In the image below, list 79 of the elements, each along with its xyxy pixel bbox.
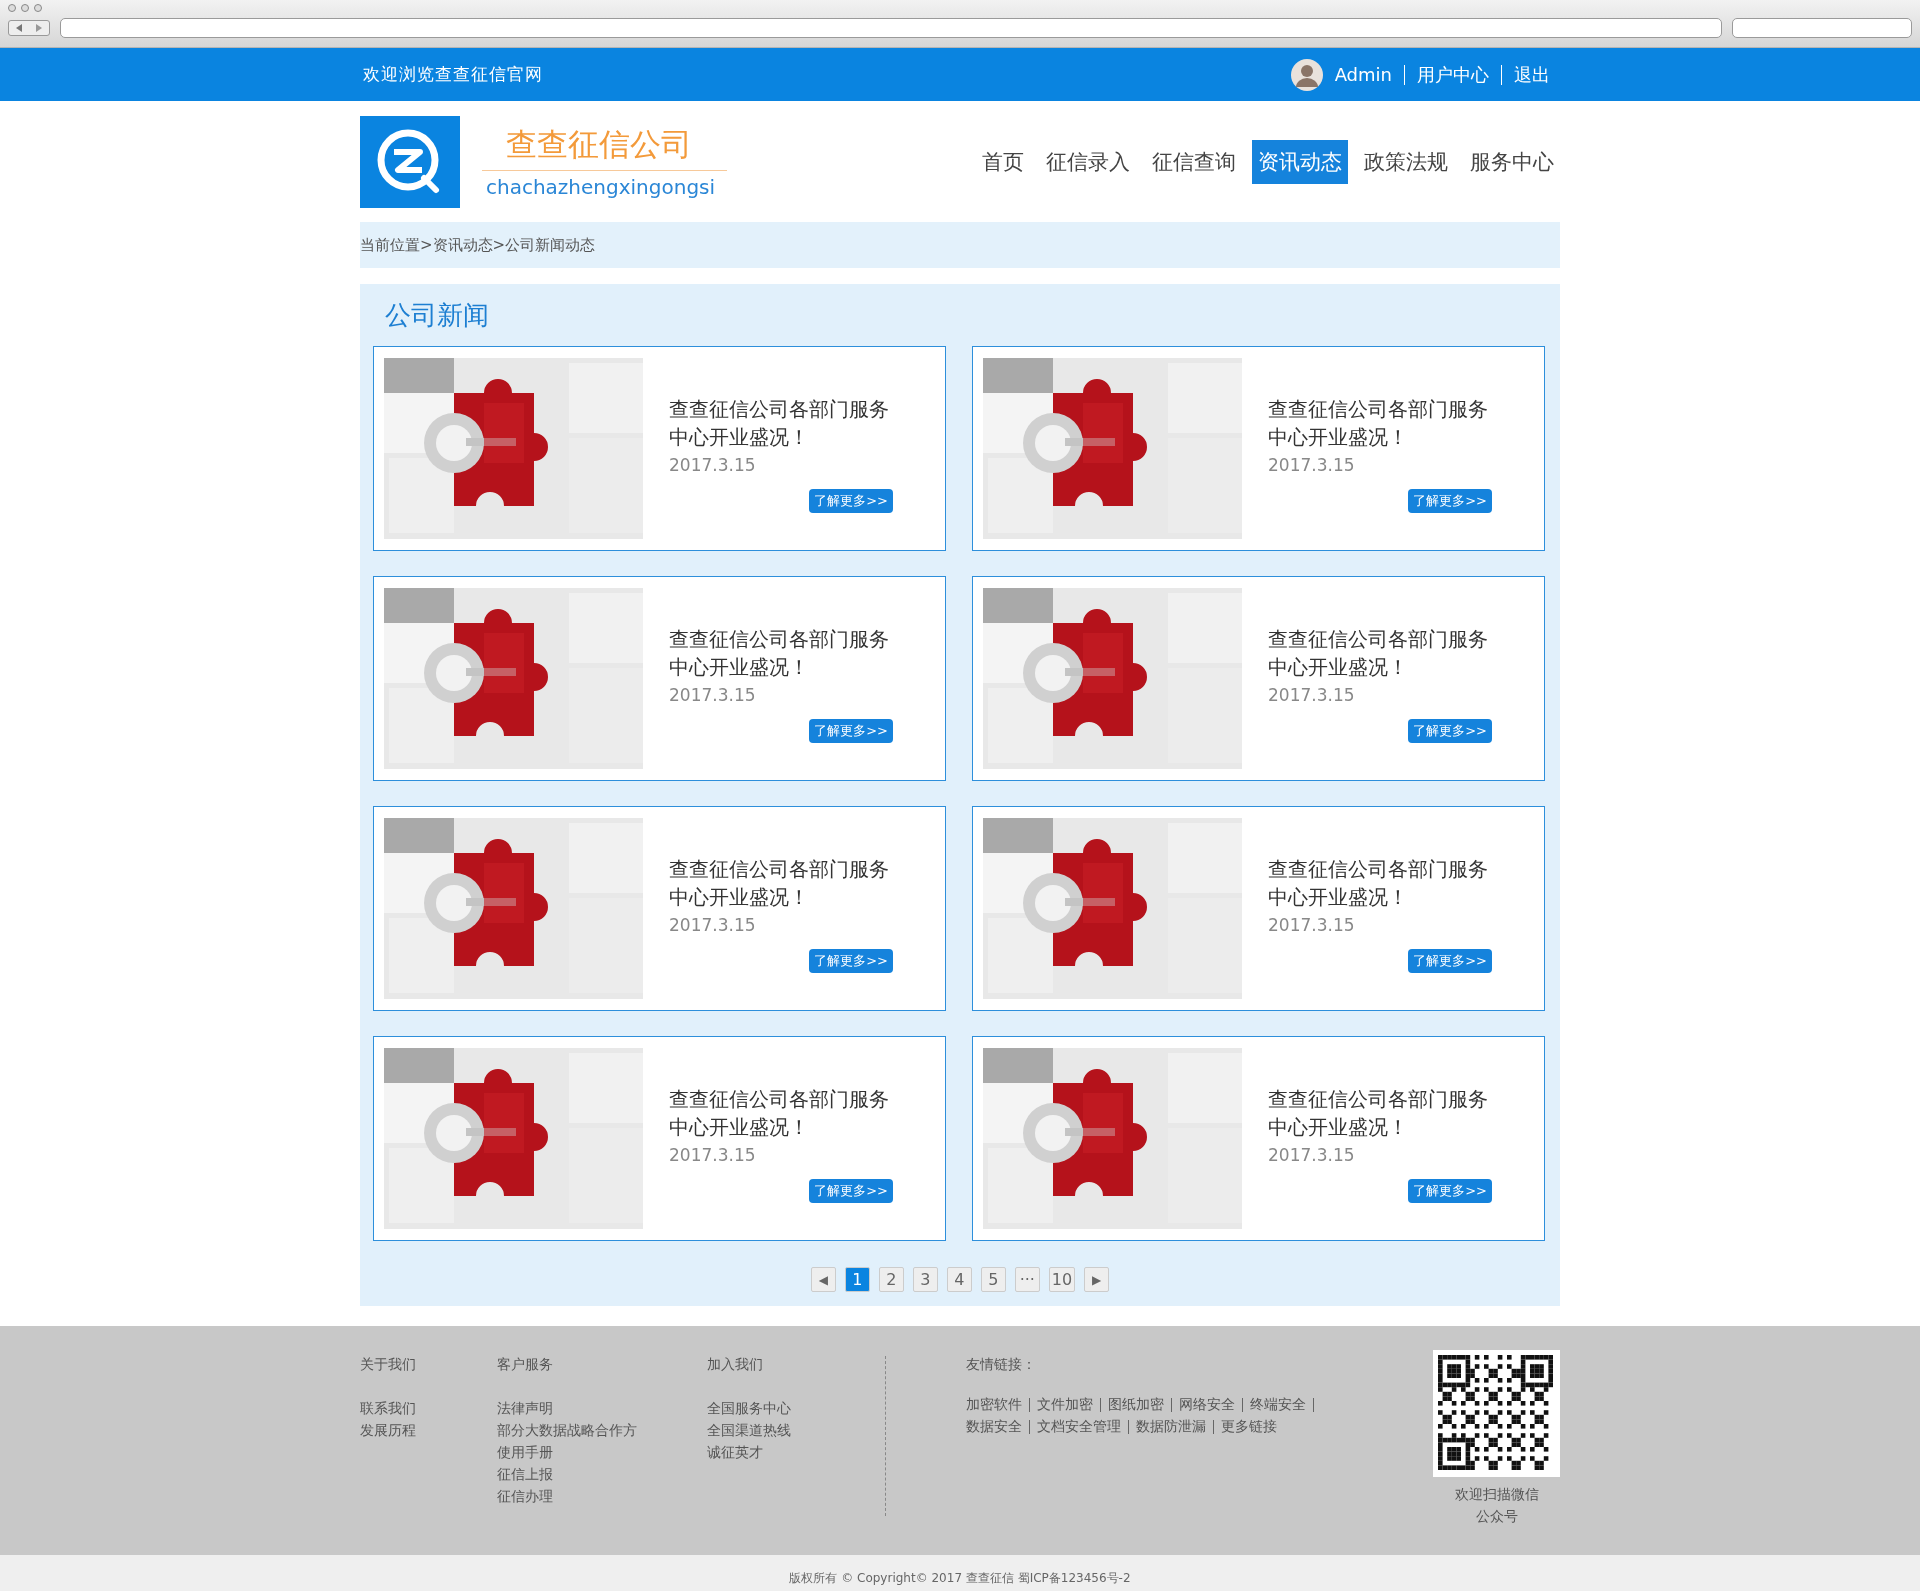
- top-link[interactable]: 用户中心: [1417, 62, 1489, 87]
- footer-link[interactable]: 使用手册: [497, 1444, 707, 1462]
- footer-link[interactable]: 征信上报: [497, 1466, 707, 1484]
- nav-item[interactable]: 征信查询: [1146, 139, 1242, 184]
- footer-link[interactable]: 法律声明: [497, 1400, 707, 1418]
- footer-link[interactable]: 全国渠道热线: [707, 1422, 885, 1440]
- back-icon: [15, 24, 23, 32]
- page-button[interactable]: 2: [878, 1267, 904, 1292]
- copyright-text: 版权所有 © Copyright© 2017 查查征信 蜀ICP备123456号-2: [0, 1555, 1920, 1591]
- footer-link[interactable]: 全国服务中心: [707, 1400, 885, 1418]
- address-field[interactable]: [60, 18, 1722, 38]
- forward-icon: [35, 24, 43, 32]
- friend-link[interactable]: 终端安全: [1250, 1396, 1306, 1414]
- avatar: [1290, 58, 1323, 91]
- friend-link[interactable]: 文件加密: [1037, 1396, 1093, 1414]
- more-button[interactable]: 了解更多>>: [809, 488, 893, 513]
- footer-link[interactable]: 征信办理: [497, 1488, 707, 1506]
- page-button[interactable]: 5: [980, 1267, 1006, 1292]
- news-title[interactable]: 查查征信公司各部门服务中心开业盛况！: [1268, 1084, 1492, 1141]
- news-date: 2017.3.15: [669, 684, 757, 705]
- friend-link[interactable]: 网络安全: [1179, 1396, 1235, 1414]
- footer-link[interactable]: 联系我们: [360, 1400, 497, 1418]
- news-title[interactable]: 查查征信公司各部门服务中心开业盛况！: [669, 854, 893, 911]
- news-title[interactable]: 查查征信公司各部门服务中心开业盛况！: [669, 394, 893, 451]
- page-button[interactable]: 3: [912, 1267, 938, 1292]
- news-title[interactable]: 查查征信公司各部门服务中心开业盛况！: [1268, 624, 1492, 681]
- footer-link[interactable]: 部分大数据战略合作方: [497, 1422, 707, 1440]
- news-date: 2017.3.15: [669, 1144, 757, 1165]
- page-button[interactable]: 1: [844, 1267, 870, 1292]
- search-field[interactable]: [1732, 18, 1912, 38]
- nav-item[interactable]: 首页: [976, 139, 1030, 184]
- news-title[interactable]: 查查征信公司各部门服务中心开业盛况！: [669, 1084, 893, 1141]
- news-date: 2017.3.15: [1268, 914, 1356, 935]
- news-date: 2017.3.15: [1268, 454, 1356, 475]
- company-name: 查查征信公司: [482, 124, 727, 171]
- qr-caption: 欢迎扫描微信公众号: [1453, 1485, 1540, 1526]
- news-title[interactable]: 查查征信公司各部门服务中心开业盛况！: [669, 624, 893, 681]
- back-forward-button[interactable]: [8, 20, 50, 36]
- nav-item[interactable]: 资讯动态: [1252, 139, 1348, 184]
- page-button[interactable]: 10: [1048, 1267, 1076, 1292]
- friend-link[interactable]: 数据防泄漏: [1136, 1418, 1206, 1436]
- friend-link[interactable]: 更多链接: [1221, 1418, 1277, 1436]
- section-title: 公司新闻: [385, 299, 490, 332]
- username-link[interactable]: Admin: [1334, 64, 1392, 85]
- more-button[interactable]: 了解更多>>: [1408, 1178, 1492, 1203]
- more-button[interactable]: 了解更多>>: [809, 718, 893, 743]
- top-link[interactable]: 退出: [1514, 62, 1550, 87]
- friend-link[interactable]: 文档安全管理: [1037, 1418, 1121, 1436]
- news-date: 2017.3.15: [669, 914, 757, 935]
- logo-icon: [360, 115, 460, 208]
- footer-heading: 加入我们: [707, 1356, 764, 1374]
- prev-page-button[interactable]: ◀: [810, 1267, 836, 1292]
- welcome-text: 欢迎浏览查查征信官网: [363, 63, 543, 86]
- news-date: 2017.3.15: [1268, 1144, 1356, 1165]
- footer-heading: 友情链接：: [966, 1356, 1037, 1374]
- page-button[interactable]: 4: [946, 1267, 972, 1292]
- footer-link[interactable]: 发展历程: [360, 1422, 497, 1440]
- friend-link[interactable]: 加密软件: [966, 1396, 1022, 1414]
- nav-item[interactable]: 征信录入: [1040, 139, 1136, 184]
- more-button[interactable]: 了解更多>>: [1408, 718, 1492, 743]
- more-button[interactable]: 了解更多>>: [809, 1178, 893, 1203]
- nav-item[interactable]: 服务中心: [1464, 139, 1560, 184]
- page-button[interactable]: ···: [1014, 1267, 1040, 1292]
- more-button[interactable]: 了解更多>>: [1408, 948, 1492, 973]
- nav-item[interactable]: 政策法规: [1358, 139, 1454, 184]
- next-page-button[interactable]: ▶: [1084, 1267, 1110, 1292]
- friend-link[interactable]: 数据安全: [966, 1418, 1022, 1436]
- more-button[interactable]: 了解更多>>: [1408, 488, 1492, 513]
- friend-link[interactable]: 图纸加密: [1108, 1396, 1164, 1414]
- news-title[interactable]: 查查征信公司各部门服务中心开业盛况！: [1268, 854, 1492, 911]
- more-button[interactable]: 了解更多>>: [809, 948, 893, 973]
- footer-link[interactable]: 诚征英才: [707, 1444, 885, 1462]
- footer-heading: 客户服务: [497, 1356, 554, 1374]
- news-date: 2017.3.15: [669, 454, 757, 475]
- news-title[interactable]: 查查征信公司各部门服务中心开业盛况！: [1268, 394, 1492, 451]
- breadcrumb: 当前位置>资讯动态>公司新闻动态: [360, 222, 1560, 268]
- news-date: 2017.3.15: [1268, 684, 1356, 705]
- company-pinyin: chachazhengxingongsi: [485, 174, 717, 199]
- footer-heading: 关于我们: [360, 1356, 417, 1374]
